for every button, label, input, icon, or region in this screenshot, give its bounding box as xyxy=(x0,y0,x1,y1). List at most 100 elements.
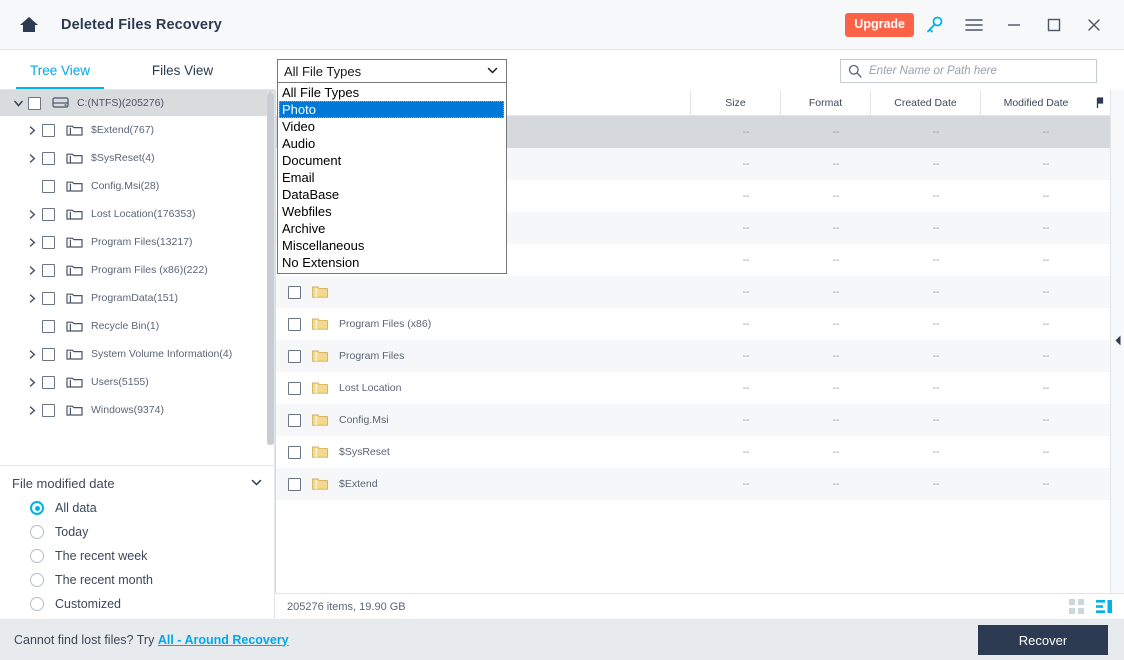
column-header-format[interactable]: Format xyxy=(781,90,871,115)
chevron-down-icon[interactable] xyxy=(251,478,262,489)
radio-button[interactable] xyxy=(30,549,44,563)
tree-scrollbar-thumb[interactable] xyxy=(267,92,274,445)
chevron-right-icon[interactable] xyxy=(22,125,42,135)
column-header-modified-date[interactable]: Modified Date xyxy=(981,90,1091,115)
tree-item-checkbox[interactable] xyxy=(42,235,55,249)
radio-button[interactable] xyxy=(30,573,44,587)
tree-root-checkbox[interactable] xyxy=(28,96,41,110)
radio-button[interactable] xyxy=(30,525,44,539)
filter-option-the-recent-week[interactable]: The recent week xyxy=(0,544,274,568)
tree-item-checkbox[interactable] xyxy=(42,291,55,305)
all-around-recovery-link[interactable]: All - Around Recovery xyxy=(158,633,289,647)
tree-item[interactable]: ProgramData(151) xyxy=(0,284,274,312)
table-row[interactable]: $Extend -- -- -- -- xyxy=(276,468,1111,500)
tab-files-view-label: Files View xyxy=(151,62,214,78)
tree-item[interactable]: Users(5155) xyxy=(0,368,274,396)
tree-item-checkbox[interactable] xyxy=(42,347,55,361)
chevron-right-icon[interactable] xyxy=(22,237,42,247)
dropdown-option-photo[interactable]: Photo xyxy=(279,101,504,118)
hamburger-menu-icon[interactable] xyxy=(954,5,994,45)
filter-option-customized[interactable]: Customized xyxy=(0,592,274,616)
file-modified-date: -- xyxy=(1042,414,1050,426)
tree-item[interactable]: Program Files(13217) xyxy=(0,228,274,256)
row-checkbox[interactable] xyxy=(288,317,301,331)
tab-tree-view[interactable]: Tree View xyxy=(0,50,120,90)
dropdown-option-no-extension[interactable]: No Extension xyxy=(279,254,506,271)
radio-button[interactable] xyxy=(30,501,44,515)
dropdown-option-email[interactable]: Email xyxy=(279,169,506,186)
chevron-right-icon[interactable] xyxy=(22,405,42,415)
filter-option-the-recent-month[interactable]: The recent month xyxy=(0,568,274,592)
table-row[interactable]: Program Files -- -- -- -- xyxy=(276,340,1111,372)
search-input[interactable] xyxy=(869,65,1096,77)
chevron-right-icon[interactable] xyxy=(22,377,42,387)
tree-item[interactable]: Config.Msi(28) xyxy=(0,172,274,200)
dropdown-option-all-file-types[interactable]: All File Types xyxy=(279,84,506,101)
maximize-icon[interactable] xyxy=(1034,5,1074,45)
tree-item[interactable]: Recycle Bin(1) xyxy=(0,312,274,340)
column-header-created-date[interactable]: Created Date xyxy=(871,90,981,115)
recover-button[interactable]: Recover xyxy=(978,625,1108,655)
table-row[interactable]: Config.Msi -- -- -- -- xyxy=(276,404,1111,436)
minimize-icon[interactable] xyxy=(994,5,1034,45)
table-row[interactable]: $SysReset -- -- -- -- xyxy=(276,436,1111,468)
tree-item-checkbox[interactable] xyxy=(42,403,55,417)
key-icon[interactable] xyxy=(914,5,954,45)
tree-scrollbar[interactable] xyxy=(267,92,274,445)
chevron-right-icon[interactable] xyxy=(22,293,42,303)
dropdown-option-audio[interactable]: Audio xyxy=(279,135,506,152)
tree-item-checkbox[interactable] xyxy=(42,151,55,165)
chevron-down-icon[interactable] xyxy=(8,100,28,107)
tab-files-view[interactable]: Files View xyxy=(120,50,245,90)
table-row[interactable]: -- -- -- -- xyxy=(276,276,1111,308)
file-type-select[interactable]: All File Types xyxy=(277,59,507,83)
home-icon[interactable] xyxy=(14,10,44,40)
row-checkbox[interactable] xyxy=(288,285,301,299)
close-icon[interactable] xyxy=(1074,5,1114,45)
filter-header[interactable]: File modified date xyxy=(0,470,274,496)
dropdown-option-archive[interactable]: Archive xyxy=(279,220,506,237)
search-box[interactable] xyxy=(840,59,1097,83)
chevron-right-icon[interactable] xyxy=(22,265,42,275)
tree-item-checkbox[interactable] xyxy=(42,375,55,389)
tree-item-checkbox[interactable] xyxy=(42,319,55,333)
view-toggle-group xyxy=(1069,599,1124,614)
dropdown-option-database[interactable]: DataBase xyxy=(279,186,506,203)
tree-item-checkbox[interactable] xyxy=(42,179,55,193)
dropdown-option-miscellaneous[interactable]: Miscellaneous xyxy=(279,237,506,254)
table-row[interactable]: Program Files (x86) -- -- -- -- xyxy=(276,308,1111,340)
file-created-date: -- xyxy=(932,414,940,426)
dropdown-option-document[interactable]: Document xyxy=(279,152,506,169)
filter-option-today[interactable]: Today xyxy=(0,520,274,544)
chevron-right-icon[interactable] xyxy=(22,153,42,163)
radio-button[interactable] xyxy=(30,597,44,611)
tree-item[interactable]: Lost Location(176353) xyxy=(0,200,274,228)
row-checkbox[interactable] xyxy=(288,381,301,395)
tree-item[interactable]: $Extend(767) xyxy=(0,116,274,144)
row-checkbox[interactable] xyxy=(288,445,301,459)
sort-arrow-icon[interactable] xyxy=(1091,90,1109,115)
filter-option-all-data[interactable]: All data xyxy=(0,496,274,520)
list-view-icon[interactable] xyxy=(1096,599,1112,614)
dropdown-option-webfiles[interactable]: Webfiles xyxy=(279,203,506,220)
tree-item-root[interactable]: C:(NTFS)(205276) xyxy=(0,90,274,116)
tree-item[interactable]: $SysReset(4) xyxy=(0,144,274,172)
column-header-size[interactable]: Size xyxy=(691,90,781,115)
tree-item-checkbox[interactable] xyxy=(42,123,55,137)
row-checkbox[interactable] xyxy=(288,349,301,363)
upgrade-button[interactable]: Upgrade xyxy=(845,12,914,37)
tree-item[interactable]: Program Files (x86)(222) xyxy=(0,256,274,284)
grid-view-icon[interactable] xyxy=(1069,599,1084,614)
dropdown-option-video[interactable]: Video xyxy=(279,118,506,135)
chevron-right-icon[interactable] xyxy=(22,209,42,219)
tree-item-checkbox[interactable] xyxy=(42,263,55,277)
chevron-down-icon[interactable] xyxy=(487,66,498,77)
row-checkbox[interactable] xyxy=(288,413,301,427)
row-checkbox[interactable] xyxy=(288,477,301,491)
chevron-right-icon[interactable] xyxy=(22,349,42,359)
table-row[interactable]: Lost Location -- -- -- -- xyxy=(276,372,1111,404)
panel-collapse-icon[interactable] xyxy=(1112,330,1124,350)
tree-item[interactable]: System Volume Information(4) xyxy=(0,340,274,368)
tree-item-checkbox[interactable] xyxy=(42,207,55,221)
tree-item[interactable]: Windows(9374) xyxy=(0,396,274,424)
